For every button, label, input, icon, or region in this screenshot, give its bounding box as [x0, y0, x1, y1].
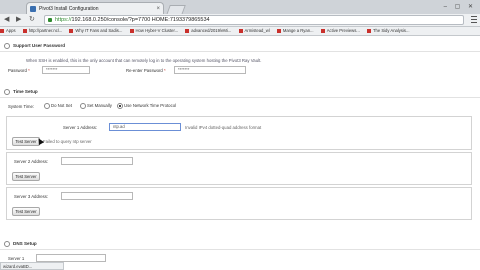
bookmark-item[interactable]: Apps — [0, 27, 16, 35]
server2-address-input[interactable] — [61, 157, 133, 165]
page-favicon-icon — [30, 6, 36, 12]
bookmark-item[interactable]: Why IT Fans and Sadis... — [69, 27, 122, 35]
reenter-password-label: Re-enter Password * — [126, 68, 166, 73]
bookmark-item[interactable]: Armistead_wl — [238, 27, 270, 35]
collapse-toggle-icon[interactable] — [4, 43, 10, 49]
radio-icon[interactable] — [44, 103, 50, 109]
server3-address-input[interactable] — [61, 192, 133, 200]
browser-toolbar: ◀ ▶ ↻ https://192.168.0.250/console/?p=7… — [0, 14, 480, 27]
bookmark-item[interactable]: advanced/2019/eMi... — [185, 27, 231, 35]
status-bar: wizard.evaBD... — [0, 262, 64, 270]
dns-server1-label: Server 1 — [8, 256, 25, 261]
test-server-2-button[interactable]: Test Server — [12, 172, 40, 181]
dns-server1-input[interactable] — [36, 254, 106, 262]
bookmark-icon — [320, 28, 325, 33]
url-text: 192.168.0.250/console/?p=7700 HOME:71933… — [71, 17, 210, 23]
bookmark-item[interactable]: http://partner.ncl... — [22, 27, 62, 35]
tab-title: Pivot3 Install Configuration — [39, 6, 99, 12]
radio-use-ntp[interactable]: Use Network Time Protocol — [117, 103, 176, 109]
server1-error-hint: Invalid IPv4 dotted-quad address format — [185, 125, 262, 130]
lock-icon — [48, 18, 52, 22]
test-server-3-button[interactable]: Test Server — [12, 207, 40, 216]
server1-address-input[interactable]: ntp.ad — [109, 123, 181, 131]
back-icon[interactable]: ◀ — [4, 16, 9, 24]
server3-label: Server 3 Address: — [14, 194, 49, 199]
system-time-label: System Time: — [8, 104, 35, 109]
section-divider — [0, 97, 480, 98]
bookmark-icon — [276, 28, 281, 33]
password-label: Password * — [8, 68, 30, 73]
reenter-password-field[interactable]: ******* — [174, 66, 246, 74]
bookmark-item[interactable]: Mange a Ryan... — [276, 27, 314, 35]
section-divider — [0, 51, 480, 52]
server2-panel: Server 2 Address: Test Server — [6, 152, 472, 185]
bookmark-item[interactable]: How Hyber-V Cluster... — [129, 27, 178, 35]
server3-panel: Server 3 Address: Test Server — [6, 187, 472, 220]
test-result-hint: Failed to query ntp server — [43, 139, 92, 144]
server1-panel: Server 1 Address: ntp.ad Invalid IPv4 do… — [6, 116, 472, 150]
bookmark-icon — [366, 28, 371, 33]
window-controls[interactable]: – ▢ ✕ — [444, 3, 476, 10]
bookmark-icon — [238, 28, 243, 33]
bookmark-icon — [185, 28, 190, 33]
password-field[interactable]: ******* — [42, 66, 90, 74]
forward-icon[interactable]: ▶ — [16, 16, 21, 24]
bookmark-icon — [129, 28, 134, 33]
bookmark-item[interactable]: Active Previews... — [320, 27, 360, 35]
radio-icon[interactable] — [80, 103, 86, 109]
url-scheme: https:// — [55, 17, 72, 23]
time-section-title[interactable]: Time Setup — [4, 89, 38, 95]
bookmark-item[interactable]: The Sidy Analysis... — [366, 27, 410, 35]
section-divider — [0, 249, 480, 250]
browser-tab[interactable]: Pivot3 Install Configuration × — [26, 2, 164, 14]
support-description: When SSH is enabled, this is the only ac… — [26, 58, 262, 63]
radio-set-manually[interactable]: Set Manually — [80, 103, 112, 109]
radio-do-not-set[interactable]: Do Not Set — [44, 103, 72, 109]
collapse-toggle-icon[interactable] — [4, 241, 10, 247]
address-bar[interactable]: https://192.168.0.250/console/?p=7700 HO… — [44, 15, 464, 25]
test-server-1-button[interactable]: Test Server — [12, 137, 40, 146]
collapse-toggle-icon[interactable] — [4, 89, 10, 95]
bookmark-icon — [0, 28, 4, 33]
browser-tab-strip: Pivot3 Install Configuration × – ▢ ✕ — [0, 0, 480, 15]
bookmarks-bar: Apps http://partner.ncl... Why IT Fans a… — [0, 27, 480, 36]
page-content: Support User Password When SSH is enable… — [0, 36, 480, 262]
support-section-title[interactable]: Support User Password — [4, 43, 65, 49]
bookmark-icon — [69, 28, 74, 33]
radio-selected-icon[interactable] — [117, 103, 123, 109]
server1-label: Server 1 Address: — [63, 125, 98, 130]
dns-section-title[interactable]: DNS Setup — [4, 241, 37, 247]
reload-icon[interactable]: ↻ — [29, 16, 35, 24]
server2-label: Server 2 Address: — [14, 159, 49, 164]
bookmark-icon — [22, 28, 27, 33]
browser-menu-icon[interactable] — [471, 16, 477, 23]
